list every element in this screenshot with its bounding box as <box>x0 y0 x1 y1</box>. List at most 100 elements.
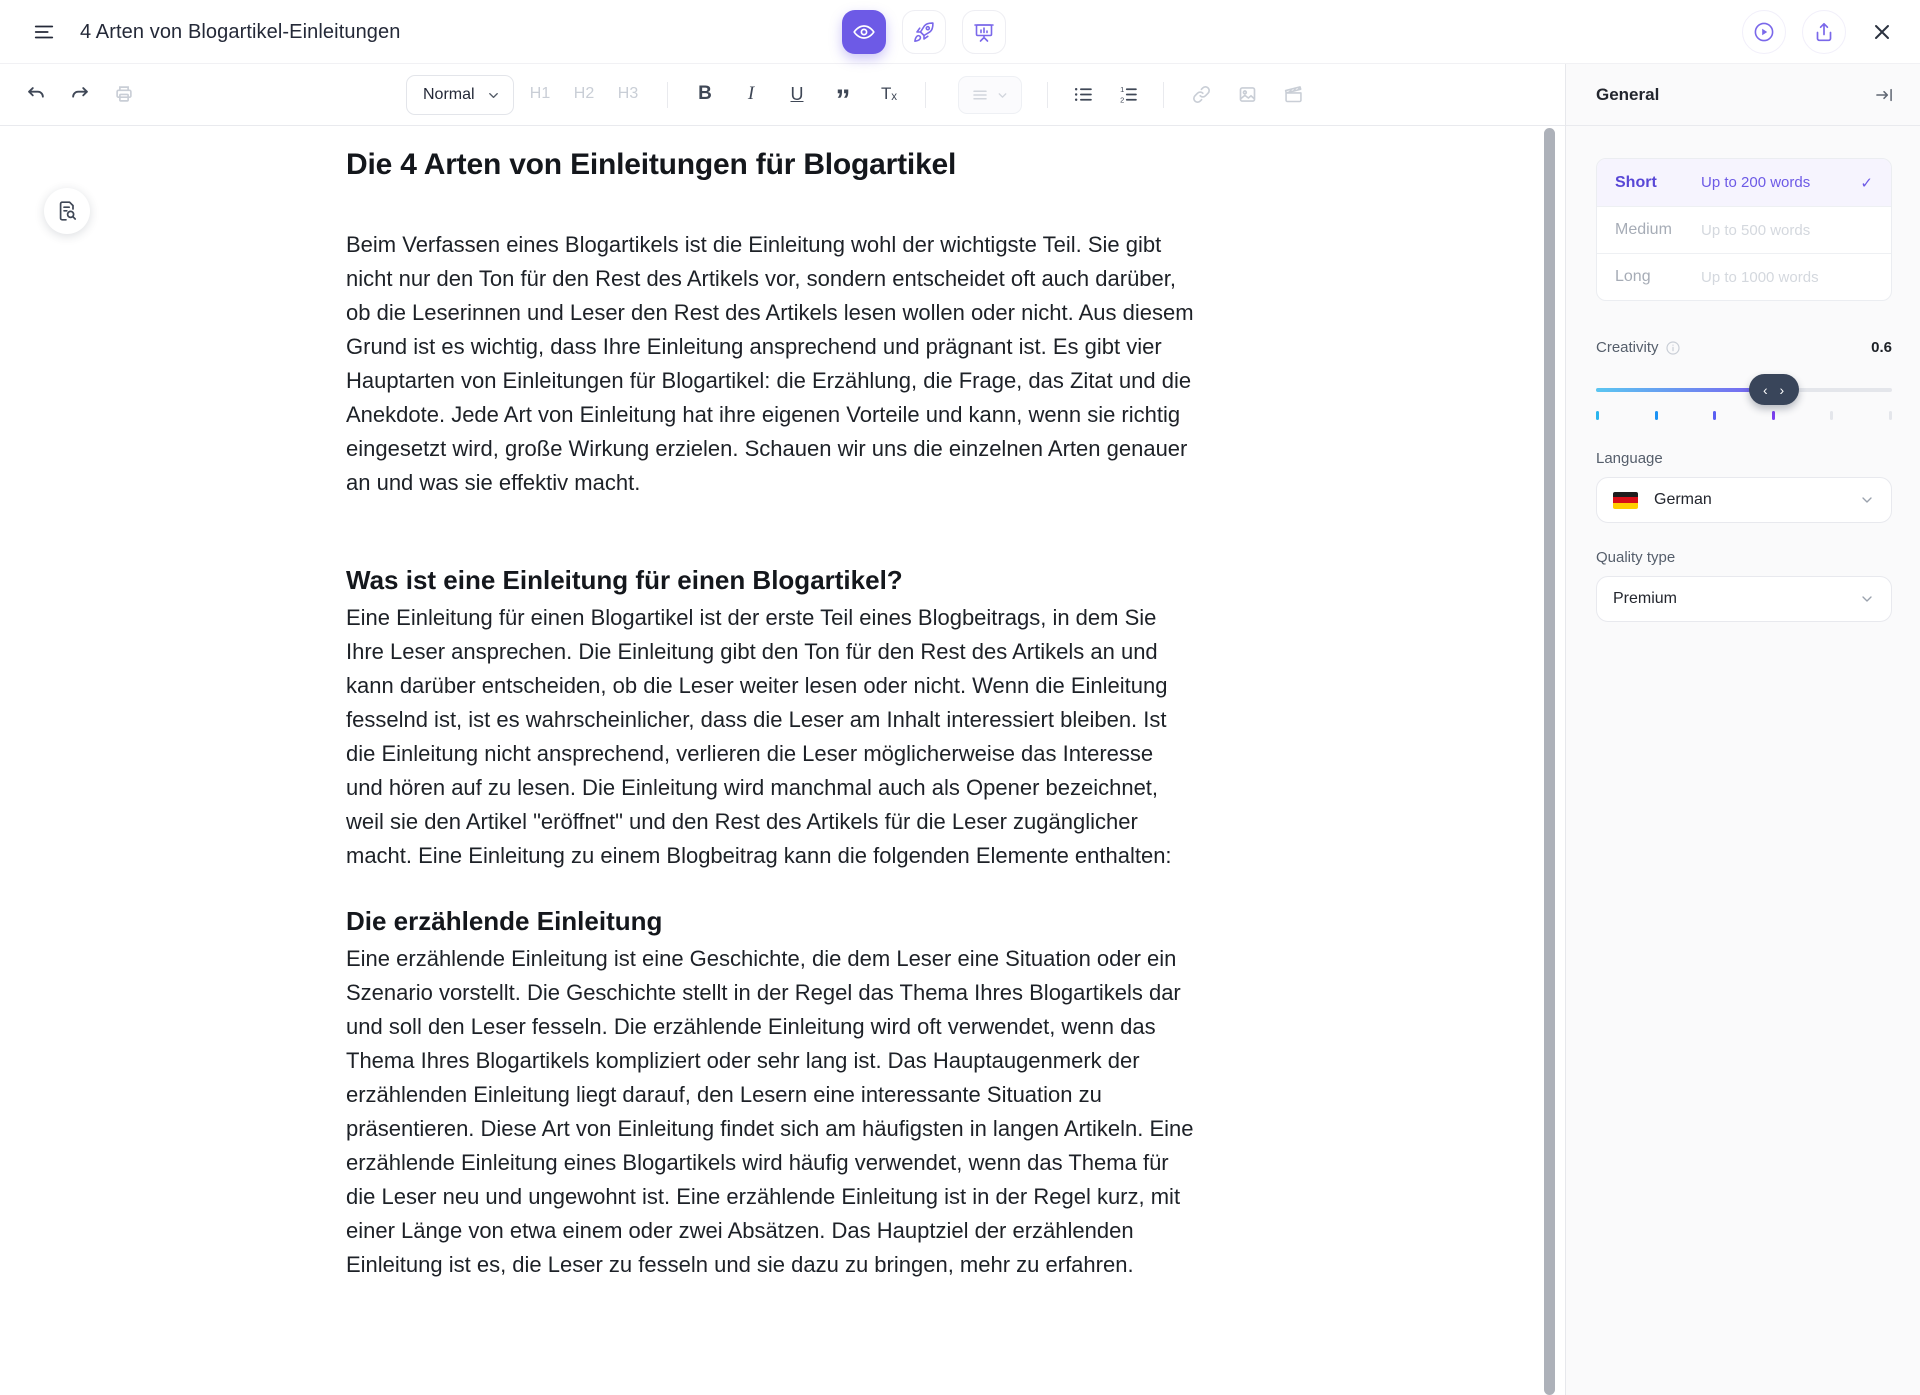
slider-tick <box>1713 411 1716 420</box>
blockquote-button[interactable]: ” <box>825 76 861 112</box>
quality-value: Premium <box>1613 590 1677 608</box>
length-option-label: Long <box>1615 268 1701 286</box>
document-body[interactable]: Die 4 Arten von Einleitungen für Blogart… <box>346 148 1194 1282</box>
length-option-long[interactable]: Long Up to 1000 words <box>1597 253 1891 300</box>
paragraph-style-value: Normal <box>423 86 475 104</box>
slider-track-fill <box>1596 388 1774 392</box>
quality-select[interactable]: Premium <box>1596 576 1892 622</box>
length-option-hint: Up to 200 words <box>1701 174 1853 191</box>
creativity-label: Creativity <box>1596 339 1659 356</box>
doc-paragraph[interactable]: Eine Einleitung für einen Blogartikel is… <box>346 601 1194 873</box>
slider-tick <box>1889 411 1892 420</box>
share-upload-icon <box>1812 20 1836 44</box>
align-lines-icon <box>971 86 989 104</box>
slider-tick <box>1830 411 1833 420</box>
underline-button[interactable]: U <box>779 76 815 112</box>
svg-text:2: 2 <box>1120 95 1124 104</box>
play-circle-icon <box>1752 20 1776 44</box>
slider-tick <box>1596 411 1599 420</box>
undo-button[interactable] <box>18 76 54 112</box>
chevron-down-icon <box>486 88 501 103</box>
info-icon[interactable] <box>1665 340 1681 356</box>
bold-button[interactable]: B <box>687 76 723 112</box>
top-bar: 4 Arten von Blogartikel-Einleitungen <box>0 0 1920 64</box>
italic-button[interactable]: I <box>733 76 769 112</box>
length-option-label: Short <box>1615 174 1701 192</box>
doc-heading-3[interactable]: Die erzählende Einleitung <box>346 903 1194 939</box>
length-selector: Short Up to 200 words ✓ Medium Up to 500… <box>1596 158 1892 301</box>
bullet-list-button[interactable] <box>1065 76 1101 112</box>
close-button[interactable] <box>1862 10 1902 54</box>
slider-tick <box>1772 411 1775 420</box>
vertical-scrollbar[interactable] <box>1544 128 1555 1395</box>
insert-link-button[interactable] <box>1183 76 1219 112</box>
file-search-icon <box>55 199 79 223</box>
language-select[interactable]: German <box>1596 477 1892 523</box>
length-option-hint: Up to 1000 words <box>1701 269 1853 286</box>
paragraph-style-select[interactable]: Normal <box>406 75 514 115</box>
slider-thumb[interactable]: ‹ › <box>1749 374 1799 405</box>
length-option-medium[interactable]: Medium Up to 500 words <box>1597 206 1891 253</box>
chevron-down-icon <box>1859 492 1875 508</box>
toolbar-divider <box>1047 82 1048 108</box>
heading3-button[interactable]: H3 <box>610 76 646 112</box>
doc-heading-1[interactable]: Die 4 Arten von Einleitungen für Blogart… <box>346 148 1194 182</box>
heading2-button[interactable]: H2 <box>566 76 602 112</box>
clear-formatting-button[interactable]: Tₓ <box>871 76 907 112</box>
collapse-arrow-icon <box>1874 85 1894 105</box>
play-button[interactable] <box>1742 10 1786 54</box>
editor-canvas[interactable]: Die 4 Arten von Einleitungen für Blogart… <box>0 126 1565 1395</box>
doc-paragraph[interactable]: Beim Verfassen eines Blogartikels ist di… <box>346 228 1194 500</box>
hamburger-menu-icon[interactable] <box>26 16 62 48</box>
quality-label: Quality type <box>1596 549 1892 566</box>
close-icon <box>1870 20 1894 44</box>
length-option-hint: Up to 500 words <box>1701 222 1853 239</box>
doc-heading-2[interactable]: Was ist eine Einleitung für einen Blogar… <box>346 562 1194 598</box>
document-search-button[interactable] <box>44 188 90 234</box>
toolbar-divider <box>1163 82 1164 108</box>
heading1-button[interactable]: H1 <box>522 76 558 112</box>
language-value: German <box>1654 491 1712 509</box>
checkmark-icon: ✓ <box>1853 174 1873 192</box>
panel-header: General <box>1566 64 1920 126</box>
editor-toolbar: Normal H1 H2 H3 B I U ” Tₓ <box>0 64 1565 126</box>
language-section: Language German <box>1596 450 1892 523</box>
view-mode-group <box>842 10 1006 54</box>
chevron-down-icon <box>996 89 1009 102</box>
doc-paragraph[interactable]: Eine erzählende Einleitung ist eine Gesc… <box>346 942 1194 1282</box>
slider-ticks <box>1596 411 1892 420</box>
share-button[interactable] <box>1802 10 1846 54</box>
panel-title: General <box>1596 85 1659 105</box>
text-align-select[interactable] <box>958 76 1022 114</box>
preview-eye-button[interactable] <box>842 10 886 54</box>
panel-body: Short Up to 200 words ✓ Medium Up to 500… <box>1566 126 1920 622</box>
collapse-panel-button[interactable] <box>1874 85 1894 105</box>
app-window: 4 Arten von Blogartikel-Einleitungen <box>0 0 1920 1395</box>
presentation-board-icon <box>972 20 996 44</box>
slider-tick <box>1655 411 1658 420</box>
presentation-button[interactable] <box>962 10 1006 54</box>
print-button[interactable] <box>106 76 142 112</box>
boost-rocket-button[interactable] <box>902 10 946 54</box>
document-title: 4 Arten von Blogartikel-Einleitungen <box>80 0 400 64</box>
language-label: Language <box>1596 450 1892 467</box>
creativity-value: 0.6 <box>1871 339 1892 356</box>
svg-text:1: 1 <box>1120 84 1124 93</box>
insert-image-button[interactable] <box>1229 76 1265 112</box>
slider-thumb-chevrons-icon: ‹ › <box>1763 382 1788 398</box>
numbered-list-button[interactable]: 12 <box>1110 76 1146 112</box>
topbar-actions <box>1742 10 1902 54</box>
settings-panel: General Short Up to 200 words ✓ Medium U… <box>1565 64 1920 1395</box>
chevron-down-icon <box>1859 591 1875 607</box>
length-option-label: Medium <box>1615 221 1701 239</box>
german-flag-icon <box>1613 492 1638 509</box>
quality-section: Quality type Premium <box>1596 549 1892 622</box>
creativity-section: Creativity 0.6 ‹ › <box>1596 339 1892 420</box>
toolbar-divider <box>925 82 926 108</box>
insert-video-button[interactable] <box>1275 76 1311 112</box>
length-option-short[interactable]: Short Up to 200 words ✓ <box>1597 159 1891 206</box>
toolbar-divider <box>667 82 668 108</box>
redo-button[interactable] <box>62 76 98 112</box>
eye-icon <box>852 20 876 44</box>
creativity-slider[interactable]: ‹ › <box>1596 374 1892 406</box>
